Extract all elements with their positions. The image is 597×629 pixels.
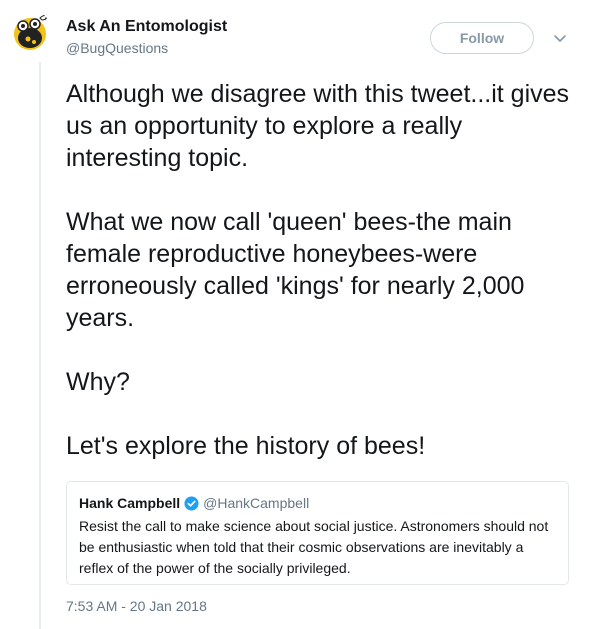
quoted-tweet-text: Resist the call to make science about so… — [79, 518, 549, 576]
verified-badge-icon — [184, 495, 199, 511]
svg-text:?: ? — [44, 15, 47, 22]
thread-line — [39, 62, 41, 629]
more-menu-button[interactable] — [552, 30, 568, 46]
tweet-paragraph: Why? — [66, 368, 130, 396]
author-name[interactable]: Ask An Entomologist — [66, 18, 227, 36]
tweet-timestamp[interactable]: 7:53 AM - 20 Jan 2018 — [66, 598, 207, 614]
tweet-paragraph: What we now call 'queen' bees-the main f… — [66, 208, 525, 332]
quoted-tweet-header: Hank Campbell @HankCampbell — [79, 494, 556, 512]
tweet-paragraph: Although we disagree with this tweet...i… — [66, 80, 570, 172]
cartoon-beetle-avatar-icon: ? — [14, 14, 49, 50]
author-handle[interactable]: @BugQuestions — [66, 40, 168, 56]
tweet-text: Although we disagree with this tweet...i… — [66, 78, 576, 462]
quoted-tweet-card[interactable]: Hank Campbell @HankCampbell Resist the c… — [66, 481, 569, 585]
quoted-author-handle: @HankCampbell — [203, 495, 310, 511]
follow-button[interactable]: Follow — [430, 22, 534, 54]
chevron-down-icon — [554, 35, 566, 42]
avatar[interactable]: ? — [8, 10, 52, 54]
quoted-author-name: Hank Campbell — [79, 495, 181, 511]
tweet-paragraph: Let's explore the history of bees! — [66, 432, 426, 460]
